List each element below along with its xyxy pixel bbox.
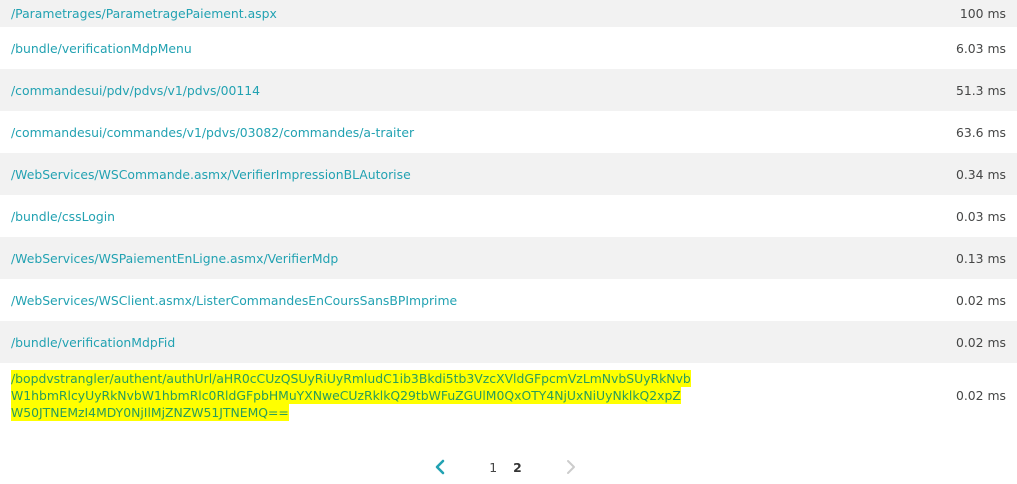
table-row: /commandesui/commandes/v1/pdvs/03082/com… [0, 111, 1017, 153]
pagination: 1 2 [0, 450, 1014, 484]
table-row-highlighted: /bopdvstrangler/authent/authUrl/aHR0cCUz… [0, 363, 1017, 427]
response-time: 0.34 ms [955, 166, 1006, 182]
table-row: /WebServices/WSCommande.asmx/VerifierImp… [0, 153, 1017, 195]
next-page-button[interactable] [557, 453, 585, 481]
response-time: 0.03 ms [955, 208, 1006, 224]
response-time: 0.02 ms [955, 334, 1006, 350]
previous-page-button[interactable] [426, 453, 454, 481]
request-path-link[interactable]: /bundle/verificationMdpFid [11, 334, 175, 351]
path-line-1: /bopdvstrangler/authent/authUrl/aHR0cCUz… [11, 369, 691, 387]
table-row: /WebServices/WSPaiementEnLigne.asmx/Veri… [0, 237, 1017, 279]
chevron-right-icon [566, 460, 575, 474]
request-path-link[interactable]: /commandesui/commandes/v1/pdvs/03082/com… [11, 124, 414, 141]
request-path-link[interactable]: /WebServices/WSCommande.asmx/VerifierImp… [11, 166, 411, 183]
response-time: 0.02 ms [955, 387, 1006, 403]
request-path-link[interactable]: /bundle/verificationMdpMenu [11, 40, 192, 57]
response-time: 0.02 ms [955, 292, 1006, 308]
path-line-3: W50JTNEMzI4MDY0NjIlMjZNZW51JTNEMQ== [11, 403, 289, 421]
page-number-1[interactable]: 1 [489, 460, 497, 475]
table-row: /bundle/verificationMdpFid 0.02 ms [0, 321, 1017, 363]
table-row: /WebServices/WSClient.asmx/ListerCommand… [0, 279, 1017, 321]
request-path-link[interactable]: /WebServices/WSClient.asmx/ListerCommand… [11, 292, 457, 309]
request-path-link[interactable]: /WebServices/WSPaiementEnLigne.asmx/Veri… [11, 250, 338, 267]
response-time: 63.6 ms [955, 124, 1006, 140]
request-path-link[interactable]: /bopdvstrangler/authent/authUrl/aHR0cCUz… [11, 369, 711, 421]
request-path-link[interactable]: /Parametrages/ParametragePaiement.aspx [11, 5, 277, 22]
page-number-2-active[interactable]: 2 [513, 460, 522, 475]
table-row: /bundle/verificationMdpMenu 6.03 ms [0, 27, 1017, 69]
request-path-link[interactable]: /commandesui/pdv/pdvs/v1/pdvs/00114 [11, 82, 260, 99]
response-time: 6.03 ms [955, 40, 1006, 56]
table-row: /bundle/cssLogin 0.03 ms [0, 195, 1017, 237]
response-time: 51.3 ms [955, 82, 1006, 98]
chevron-left-icon [435, 459, 445, 475]
response-time: 0.13 ms [955, 250, 1006, 266]
response-time: 100 ms [959, 6, 1006, 21]
table-row: /Parametrages/ParametragePaiement.aspx 1… [0, 0, 1017, 27]
path-line-2: W1hbmRlcyUyRkNvbW1hbmRlc0RldGFpbHMuYXNwe… [11, 386, 681, 404]
table-row: /commandesui/pdv/pdvs/v1/pdvs/00114 51.3… [0, 69, 1017, 111]
requests-table: /Parametrages/ParametragePaiement.aspx 1… [0, 0, 1017, 427]
request-path-link[interactable]: /bundle/cssLogin [11, 208, 115, 225]
